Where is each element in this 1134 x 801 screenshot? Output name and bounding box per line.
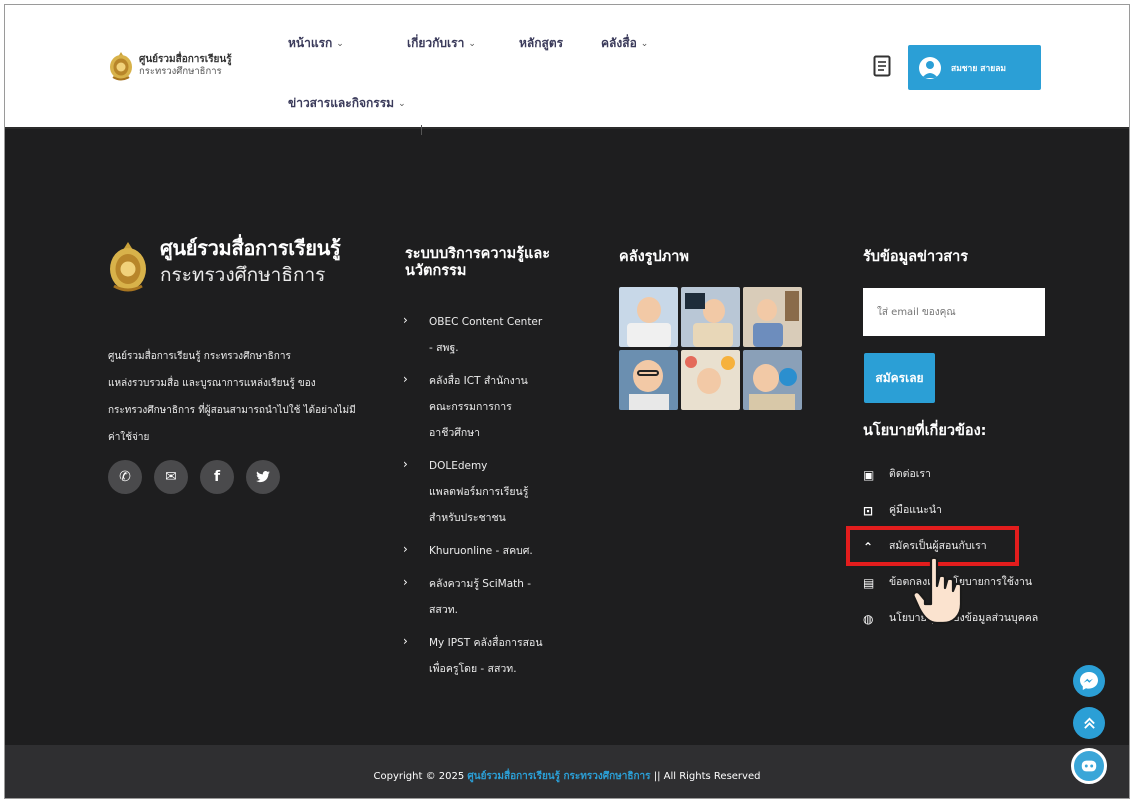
header-logo-title: ศูนย์รวมสื่อการเรียนรู้	[139, 54, 232, 65]
chevron-right-icon: ›	[403, 313, 408, 327]
divider	[421, 125, 422, 135]
ministry-seal-icon	[110, 242, 146, 292]
service-link-doledemy[interactable]: › DOLEdemy แพลตฟอร์มการเรียนรู้ สำหรับปร…	[401, 453, 571, 531]
chevron-down-icon: ⌄	[398, 98, 406, 109]
service-link-text: คณะกรรมการการ	[429, 401, 512, 413]
nav-about[interactable]: เกี่ยวกับเรา ⌄	[407, 34, 476, 53]
service-link-text: สสวท.	[429, 604, 458, 616]
service-link-myipst[interactable]: › My IPST คลังสื่อการสอน เพื่อครูโดย - ส…	[401, 630, 571, 682]
brand-title: ศูนย์รวมสื่อการเรียนรู้	[160, 236, 341, 260]
policy-title: นโยบายที่เกี่ยวข้อง:	[863, 423, 987, 439]
chevron-right-icon: ›	[403, 542, 408, 556]
chevron-right-icon: ›	[403, 575, 408, 589]
service-link-text: OBEC Content Center	[429, 316, 543, 328]
twitter-icon[interactable]	[246, 460, 280, 494]
scroll-to-top-button[interactable]	[1073, 707, 1105, 739]
ministry-seal-icon	[110, 52, 132, 81]
user-account-button[interactable]: สมชาย สายลม	[908, 45, 1041, 90]
copyright-prefix: Copyright © 2025	[373, 771, 465, 782]
service-link-text: เพื่อครูโดย - สสวท.	[429, 663, 517, 675]
chevron-right-icon: ›	[403, 634, 408, 648]
header-logo-subtitle: กระทรวงศึกษาธิการ	[139, 66, 222, 77]
service-link-text: Khuruonline - สคบศ.	[429, 545, 533, 557]
nav-news[interactable]: ข่าวสารและกิจกรรม ⌄	[288, 94, 406, 113]
gallery-title: คลังรูปภาพ	[619, 249, 689, 265]
service-link-text: My IPST คลังสื่อการสอน	[429, 637, 543, 649]
service-link-obec[interactable]: › OBEC Content Center - สพฐ.	[401, 309, 571, 361]
nav-media[interactable]: คลังสื่อ ⌄	[601, 34, 648, 53]
policy-link-label: ติดต่อเรา	[889, 468, 931, 480]
copyright-org-link[interactable]: ศูนย์รวมสื่อการเรียนรู้ กระทรวงศึกษาธิกา…	[467, 771, 650, 782]
header-logo[interactable]: ศูนย์รวมสื่อการเรียนรู้ กระทรวงศึกษาธิกา…	[109, 51, 232, 81]
nav-courses-label: หลักสูตร	[519, 36, 564, 50]
about-line: แหล่งรวบรวมสื่อ และบูรณาการแหล่งเรียนรู้…	[108, 378, 316, 389]
envelope-icon[interactable]: ✉	[154, 460, 188, 494]
policy-link-label: คู่มือแนะนำ	[889, 504, 942, 516]
about-line: ศูนย์รวมสื่อการเรียนรู้ กระทรวงศึกษาธิกา…	[108, 351, 291, 362]
about-text: ศูนย์รวมสื่อการเรียนรู้ กระทรวงศึกษาธิกา…	[108, 343, 408, 451]
gallery-thumbnail[interactable]	[681, 350, 740, 410]
about-line: ค่าใช้จ่าย	[108, 432, 150, 443]
newsletter-title: รับข้อมูลข่าวสาร	[863, 249, 969, 265]
twitter-bird-shape	[256, 471, 270, 483]
fingerprint-icon: ◍	[863, 612, 874, 626]
copyright: Copyright © 2025 ศูนย์รวมสื่อการเรียนรู้…	[5, 769, 1129, 784]
nav-about-label: เกี่ยวกับเรา	[407, 36, 465, 50]
page-frame: ศูนย์รวมสื่อการเรียนรู้ กระทรวงศึกษาธิกา…	[4, 4, 1130, 799]
chevron-down-icon: ⌄	[640, 38, 649, 49]
policy-link-contact[interactable]: ▣ ติดต่อเรา	[863, 461, 1053, 487]
contact-card-icon: ▣	[863, 468, 875, 482]
service-link-scimath[interactable]: › คลังความรู้ SciMath - สสวท.	[401, 571, 571, 623]
phone-icon[interactable]: ✆	[108, 460, 142, 494]
chevron-right-icon: ›	[403, 372, 408, 386]
site-header: ศูนย์รวมสื่อการเรียนรู้ กระทรวงศึกษาธิกา…	[5, 5, 1129, 129]
manual-icon: ⊡	[863, 504, 874, 518]
user-icon	[922, 60, 938, 78]
service-link-text: อาชีวศึกษา	[429, 427, 481, 439]
brand-subtitle: กระทรวงศึกษาธิการ	[160, 264, 326, 286]
double-chevron-up-icon	[1083, 717, 1095, 729]
chevron-down-icon: ⌄	[336, 38, 344, 49]
services-list: › OBEC Content Center - สพฐ. › คลังสื่อ …	[401, 309, 571, 689]
service-link-khuruonline[interactable]: › Khuruonline - สคบศ.	[401, 538, 571, 564]
chatbot-button[interactable]	[1071, 748, 1107, 784]
user-name: สมชาย สายลม	[951, 63, 1007, 74]
policy-link-manual[interactable]: ⊡ คู่มือแนะนำ	[863, 497, 1053, 523]
nav-news-label: ข่าวสารและกิจกรรม	[288, 96, 395, 110]
avatar	[919, 56, 941, 79]
nav-media-label: คลังสื่อ	[601, 36, 637, 50]
hand-pointer-icon	[912, 556, 963, 625]
service-link-text: แพลตฟอร์มการเรียนรู้	[429, 486, 529, 498]
gallery-thumbnail[interactable]	[743, 287, 802, 347]
copyright-suffix: || All Rights Reserved	[653, 771, 761, 782]
subscribe-button[interactable]: สมัครเลย	[864, 353, 935, 403]
social-links: ✆ ✉ f	[108, 460, 280, 494]
about-line: กระทรวงศึกษาธิการ ที่ผู้สอนสามารถนำไปใช้…	[108, 405, 356, 416]
messenger-button[interactable]	[1073, 665, 1105, 697]
chevron-down-icon: ⌄	[468, 38, 476, 49]
nav-home[interactable]: หน้าแรก ⌄	[288, 34, 344, 53]
email-field[interactable]	[863, 288, 1045, 336]
service-link-text: คลังความรู้ SciMath -	[429, 578, 532, 590]
facebook-icon[interactable]: f	[200, 460, 234, 494]
footer-brand: ศูนย์รวมสื่อการเรียนรู้ กระทรวงศึกษาธิกา…	[108, 235, 341, 293]
scroll-icon: ▤	[863, 576, 875, 590]
gallery-thumbnail[interactable]	[681, 287, 740, 347]
gallery-thumbnail[interactable]	[619, 350, 678, 410]
nav-courses[interactable]: หลักสูตร	[519, 34, 563, 53]
service-link-text: คลังสื่อ ICT สำนักงาน	[429, 375, 528, 387]
service-link-text: สำหรับประชาชน	[429, 512, 506, 524]
service-link-text: - สพฐ.	[429, 342, 459, 354]
chevron-right-icon: ›	[403, 457, 408, 471]
nav-home-label: หน้าแรก	[288, 36, 333, 50]
services-title: ระบบบริการความรู้และนวัตกรรม	[405, 246, 551, 279]
service-link-text: DOLEdemy	[429, 460, 488, 472]
messenger-icon	[1080, 672, 1098, 690]
service-link-ict[interactable]: › คลังสื่อ ICT สำนักงาน คณะกรรมการการ อา…	[401, 368, 571, 446]
book-icon[interactable]	[873, 55, 891, 77]
gallery-thumbnail[interactable]	[619, 287, 678, 347]
gallery-thumbnail[interactable]	[743, 350, 802, 410]
photo-gallery	[619, 287, 802, 410]
robot-icon	[1081, 760, 1097, 772]
